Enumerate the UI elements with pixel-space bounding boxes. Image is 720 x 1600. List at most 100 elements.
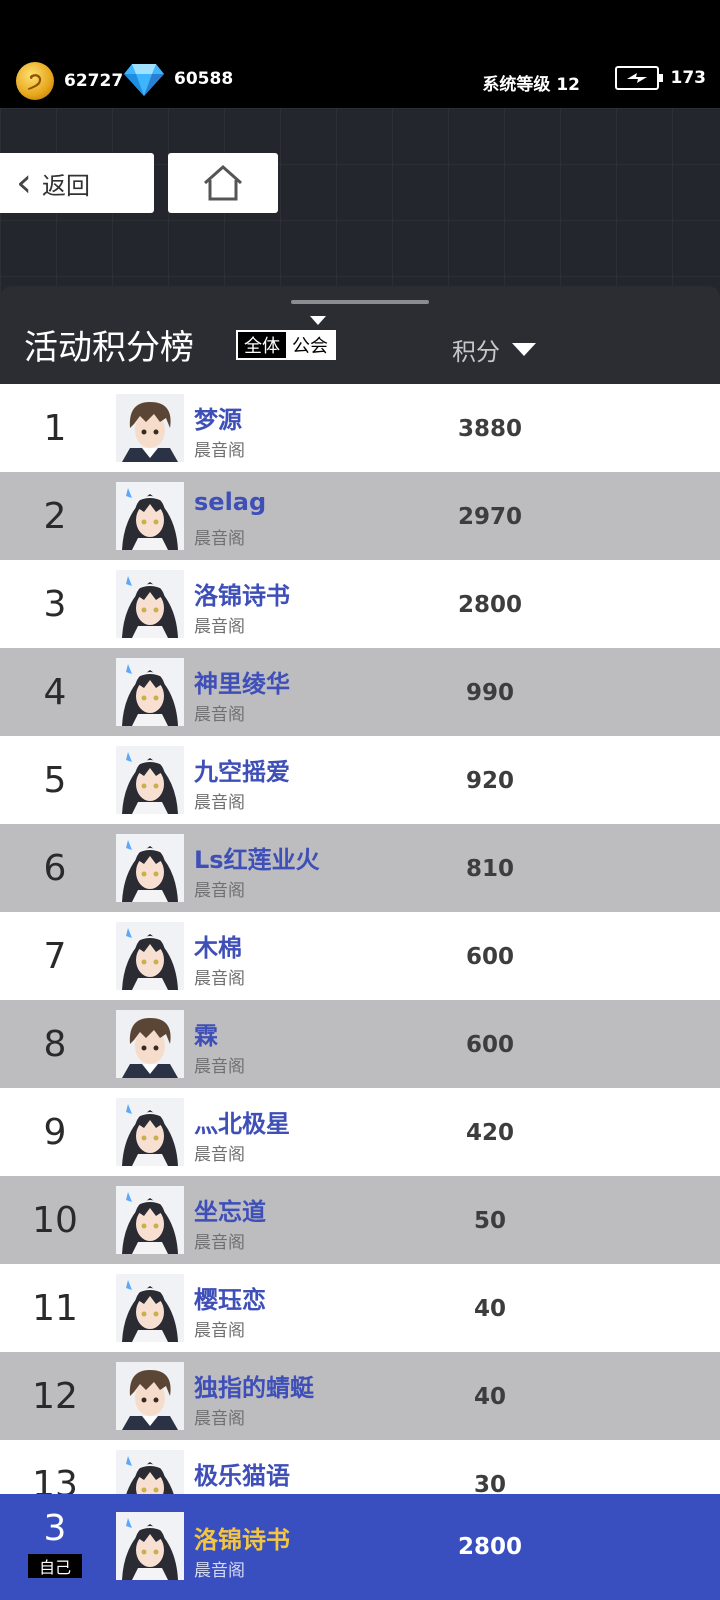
diamond-counter[interactable]: 60588 bbox=[124, 62, 233, 96]
player-score: 2970 bbox=[457, 504, 522, 530]
diamond-icon bbox=[124, 64, 164, 96]
player-avatar[interactable] bbox=[116, 746, 184, 814]
player-guild: 晨音阁 bbox=[194, 617, 245, 637]
rank-number: 7 bbox=[43, 936, 67, 977]
player-score: 420 bbox=[465, 1120, 514, 1146]
player-avatar[interactable] bbox=[116, 1450, 184, 1494]
leaderboard-row[interactable]: 7 木棉 晨音阁 600 bbox=[0, 912, 720, 1000]
player-score: 810 bbox=[465, 856, 514, 882]
avatar-icon bbox=[116, 1010, 184, 1078]
player-avatar[interactable] bbox=[116, 1010, 184, 1078]
self-name: 洛锦诗书 bbox=[194, 1526, 290, 1554]
player-avatar[interactable] bbox=[116, 482, 184, 550]
player-name: 樱珏恋 bbox=[194, 1286, 266, 1314]
filter-all-tab[interactable]: 全体 bbox=[238, 332, 286, 358]
leaderboard-row[interactable]: 4 神里绫华 晨音阁 990 bbox=[0, 648, 720, 736]
rank-number: 1 bbox=[43, 408, 67, 449]
top-status-bar: ੭ 62727 60588 系统等级 12 173 bbox=[0, 0, 720, 108]
back-button[interactable]: ‹ 返回 bbox=[0, 153, 154, 213]
energy-amount: 173 bbox=[670, 68, 707, 88]
drag-handle[interactable] bbox=[291, 300, 429, 304]
player-avatar[interactable] bbox=[116, 1362, 184, 1430]
lightning-icon bbox=[626, 73, 647, 83]
leaderboard-row[interactable]: 9 灬北极星 晨音阁 420 bbox=[0, 1088, 720, 1176]
chevron-left-icon: ‹ bbox=[16, 160, 32, 206]
player-name: 极乐猫语 bbox=[194, 1462, 290, 1490]
avatar-icon bbox=[116, 1362, 184, 1430]
leaderboard-header: 活动积分榜 全体 公会 积分 bbox=[0, 286, 720, 384]
leaderboard-row[interactable]: 5 九空摇爱晨音阁 920 bbox=[0, 736, 720, 824]
player-score: 990 bbox=[465, 680, 514, 706]
system-level: 系统等级 12 bbox=[482, 75, 580, 95]
leaderboard-row[interactable]: 13 极乐猫语 30 bbox=[0, 1440, 720, 1494]
coin-icon: ੭ bbox=[16, 62, 54, 100]
player-score: 40 bbox=[473, 1296, 506, 1322]
self-rank: 3 bbox=[43, 1508, 67, 1549]
player-score: 920 bbox=[465, 768, 514, 794]
self-avatar[interactable] bbox=[116, 1512, 184, 1580]
avatar-icon bbox=[116, 570, 184, 638]
back-label: 返回 bbox=[42, 171, 90, 200]
leaderboard-row[interactable]: 10 坐忘道 晨音阁 50 bbox=[0, 1176, 720, 1264]
avatar-icon bbox=[116, 1512, 184, 1580]
energy-counter[interactable]: 173 bbox=[614, 66, 707, 90]
coin-counter[interactable]: ੭ 62727 bbox=[16, 62, 123, 100]
avatar-icon bbox=[116, 834, 184, 902]
home-icon bbox=[204, 164, 242, 201]
player-name: 梦源 bbox=[194, 406, 242, 434]
rank-number: 5 bbox=[43, 760, 67, 801]
rank-number: 8 bbox=[43, 1024, 67, 1065]
player-guild: 晨音阁 bbox=[194, 793, 245, 813]
player-name: 霖 bbox=[194, 1022, 218, 1050]
sort-label: 积分 bbox=[452, 338, 500, 366]
player-avatar[interactable] bbox=[116, 922, 184, 990]
self-score: 2800 bbox=[457, 1534, 522, 1560]
rank-number: 11 bbox=[32, 1288, 78, 1329]
player-guild: 晨音阁 bbox=[194, 441, 245, 461]
player-score: 40 bbox=[473, 1384, 506, 1410]
player-avatar[interactable] bbox=[116, 1098, 184, 1166]
player-guild: 晨音阁 bbox=[194, 705, 245, 725]
player-avatar[interactable] bbox=[116, 1274, 184, 1342]
filter-guild-tab[interactable]: 公会 bbox=[286, 332, 334, 358]
avatar-icon bbox=[116, 922, 184, 990]
leaderboard-row[interactable]: 12 独指的蜻蜓 晨音阁 40 bbox=[0, 1352, 720, 1440]
player-score: 600 bbox=[465, 1032, 514, 1058]
leaderboard-row[interactable]: 6 Ls红莲业火 晨音阁 810 bbox=[0, 824, 720, 912]
player-guild: 晨音阁 bbox=[194, 881, 245, 901]
player-avatar[interactable] bbox=[116, 658, 184, 726]
player-avatar[interactable] bbox=[116, 394, 184, 462]
rank-number: 10 bbox=[32, 1200, 78, 1241]
caret-down-icon bbox=[512, 343, 536, 356]
self-rank-row[interactable]: 3 自己 洛锦诗书 晨音阁 2800 bbox=[0, 1494, 720, 1600]
leaderboard-row[interactable]: 8 霖晨音阁 600 bbox=[0, 1000, 720, 1088]
avatar-icon bbox=[116, 394, 184, 462]
avatar-icon bbox=[116, 1186, 184, 1254]
player-name: 坐忘道 bbox=[194, 1198, 266, 1226]
player-guild: 晨音阁 bbox=[194, 1145, 245, 1165]
coin-amount: 62727 bbox=[64, 71, 124, 91]
diamond-amount: 60588 bbox=[174, 69, 234, 89]
player-name: 九空摇爱 bbox=[194, 758, 290, 786]
leaderboard-row[interactable]: 2 selag 晨音阁 2970 bbox=[0, 472, 720, 560]
player-score: 600 bbox=[465, 944, 514, 970]
leaderboard-row[interactable]: 3 洛锦诗书 晨音阁 2800 bbox=[0, 560, 720, 648]
player-name: 洛锦诗书 bbox=[194, 582, 290, 610]
home-button[interactable] bbox=[168, 153, 278, 213]
player-score: 2800 bbox=[457, 592, 522, 618]
leaderboard-list[interactable]: 1 梦源 晨音阁 3880 2 selag 晨音阁 2970 3 洛锦诗书 晨音阁 2800 4 神里绫华… bbox=[0, 384, 720, 1494]
player-guild: 晨音阁 bbox=[194, 1409, 245, 1429]
battery-icon bbox=[614, 66, 663, 90]
leaderboard-row[interactable]: 1 梦源 晨音阁 3880 bbox=[0, 384, 720, 472]
player-name: 木棉 bbox=[194, 934, 242, 962]
player-score: 50 bbox=[473, 1208, 506, 1234]
player-avatar[interactable] bbox=[116, 1186, 184, 1254]
player-avatar[interactable] bbox=[116, 834, 184, 902]
sort-dropdown[interactable]: 积分 bbox=[452, 332, 536, 367]
player-score: 30 bbox=[473, 1472, 506, 1494]
leaderboard-row[interactable]: 11 樱珏恋 晨音阁 40 bbox=[0, 1264, 720, 1352]
scope-toggle[interactable]: 全体 公会 bbox=[236, 330, 336, 360]
avatar-icon bbox=[116, 1274, 184, 1342]
player-avatar[interactable] bbox=[116, 570, 184, 638]
self-guild: 晨音阁 bbox=[194, 1561, 245, 1581]
